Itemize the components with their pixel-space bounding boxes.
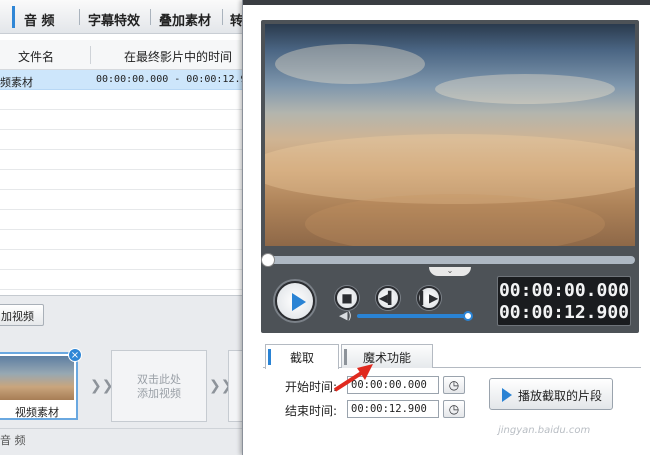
table-row-empty (0, 150, 245, 170)
clock-reset-icon[interactable]: ◷ (443, 400, 465, 418)
category-tabbar: 音 频 字幕特效 叠加素材 转 (0, 0, 245, 34)
table-row-empty (0, 230, 245, 250)
video-player: ⌄ ■ ◀▍ ▍▶ ◀) 00:00:00.000 00:00:12.900 (261, 20, 639, 333)
file-table-body: 频素材 00:00:00.000 - 00:00:12.9 (0, 70, 245, 290)
start-time-label: 开始时间: (285, 380, 338, 394)
annotation-arrow (333, 364, 373, 392)
watermark: jingyan.baidu.com (498, 425, 591, 436)
divider (0, 428, 245, 429)
row-filename: 频素材 (0, 76, 33, 89)
volume-handle[interactable] (463, 311, 473, 321)
dialog-title-bar (243, 0, 650, 5)
play-icon (502, 388, 512, 402)
tab-audio[interactable]: 音 频 (24, 10, 55, 29)
table-row-empty (0, 170, 245, 190)
table-row-empty (0, 110, 245, 130)
close-icon[interactable]: × (68, 348, 82, 362)
current-time: 00:00:00.000 (498, 280, 630, 301)
clip-label: 视频素材 (15, 406, 59, 419)
row-time-range: 00:00:00.000 - 00:00:12.9 (96, 74, 245, 85)
next-frame-icon[interactable]: ▍▶ (417, 286, 441, 310)
tab-separator (222, 9, 223, 25)
table-row-empty (0, 90, 245, 110)
video-preview[interactable] (265, 24, 635, 246)
time-display: 00:00:00.000 00:00:12.900 (497, 276, 631, 326)
volume-slider[interactable] (357, 311, 473, 321)
play-segment-label: 播放截取的片段 (518, 389, 603, 403)
tab-separator (150, 9, 151, 25)
main-window: 音 频 字幕特效 叠加素材 转 文件名 在最终影片中的时间 频素材 00:00:… (0, 0, 245, 455)
table-row[interactable]: 频素材 00:00:00.000 - 00:00:12.9 (0, 70, 245, 90)
chevron-right-icon: ❯❯ (90, 378, 114, 394)
column-header-time[interactable]: 在最终影片中的时间 (124, 48, 232, 65)
tab-trim[interactable]: 截取 (265, 344, 339, 369)
tab-separator (79, 9, 80, 25)
tab-subtitle-effects[interactable]: 字幕特效 (88, 10, 140, 29)
play-segment-button[interactable]: 播放截取的片段 (489, 378, 613, 410)
stop-icon[interactable]: ■ (335, 286, 359, 310)
cloud-shape (305, 194, 605, 246)
play-icon[interactable] (275, 281, 315, 321)
function-tabs: 截取 魔术功能 (263, 344, 641, 369)
cloud-shape (275, 44, 425, 84)
file-table-header: 文件名 在最终影片中的时间 (0, 40, 245, 70)
add-video-placeholder[interactable]: 双击此处 添加视频 (111, 350, 207, 422)
clip-thumbnail (0, 356, 74, 400)
end-time-label: 结束时间: (285, 404, 338, 418)
table-row-empty (0, 250, 245, 270)
table-row-empty (0, 190, 245, 210)
column-divider[interactable] (90, 46, 91, 64)
end-time-field[interactable]: 00:00:12.900 (347, 400, 439, 418)
total-time: 00:00:12.900 (498, 302, 630, 323)
audio-track-label: 音 频 (0, 434, 26, 447)
speaker-icon[interactable]: ◀) (339, 309, 352, 322)
tab-overlay-material[interactable]: 叠加素材 (159, 10, 211, 29)
table-row-empty (0, 270, 245, 290)
column-header-filename[interactable]: 文件名 (18, 48, 54, 65)
table-row-empty (0, 210, 245, 230)
cloud-shape (435, 74, 615, 104)
seek-bar[interactable] (261, 253, 635, 267)
add-video-button[interactable]: 加视频 (0, 304, 44, 326)
table-row-empty (0, 130, 245, 150)
trim-dialog: ⌄ ■ ◀▍ ▍▶ ◀) 00:00:00.000 00:00:12.900 截… (242, 0, 650, 455)
tab-accent-bar (12, 6, 15, 28)
timeline-clip[interactable]: 视频素材 × (0, 348, 82, 420)
clock-reset-icon[interactable]: ◷ (443, 376, 465, 394)
tab-indicator (268, 349, 271, 365)
prev-frame-icon[interactable]: ◀▍ (376, 286, 400, 310)
chevron-down-icon[interactable]: ⌄ (429, 267, 471, 276)
tab-trim-label: 截取 (289, 351, 314, 365)
seek-handle[interactable] (261, 253, 275, 267)
